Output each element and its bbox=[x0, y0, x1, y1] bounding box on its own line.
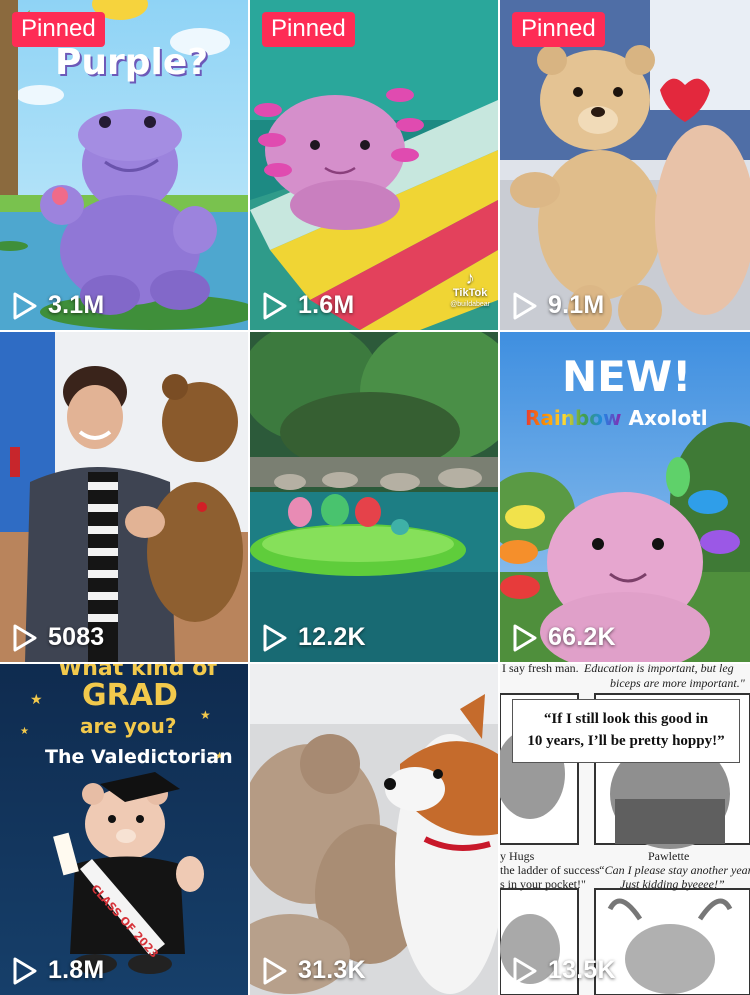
play-icon bbox=[13, 292, 37, 319]
play-icon bbox=[13, 957, 37, 984]
quote-line-2: 10 years, I’ll be pretty hoppy!” bbox=[527, 733, 725, 749]
view-count: 1.6M bbox=[262, 291, 354, 320]
video-tile-8[interactable]: 31.3K bbox=[250, 664, 498, 995]
view-count-value: 31.3K bbox=[298, 956, 366, 984]
view-count-value: 1.8M bbox=[48, 956, 105, 984]
video-tile-3[interactable]: Pinned 9.1M bbox=[500, 0, 750, 330]
view-count: 3.1M bbox=[12, 291, 104, 320]
overlay-rainbow-word: Rainbow bbox=[525, 406, 622, 430]
video-tile-6[interactable]: NEW! Rainbow Axolotl 66.2K bbox=[500, 332, 750, 662]
overlay-valedictorian: The Valedictorian bbox=[45, 746, 233, 768]
view-count: 5083 bbox=[12, 623, 104, 652]
video-grid: Purple? Pinned 3.1M ♪ TikTok @buildabear… bbox=[0, 0, 750, 995]
right-name: Pawlette bbox=[648, 849, 690, 863]
view-count: 66.2K bbox=[512, 623, 616, 652]
thumbnail-tan-bear-heart bbox=[500, 0, 750, 330]
view-count: 9.1M bbox=[512, 291, 604, 320]
left-name: y Hugs bbox=[500, 849, 535, 863]
play-icon bbox=[513, 292, 537, 319]
thumbnail-bear-and-fox bbox=[250, 664, 498, 995]
video-tile-4[interactable]: 5083 bbox=[0, 332, 248, 662]
view-count-value: 66.2K bbox=[548, 623, 616, 651]
overlay-axolotl-word: Axolotl bbox=[628, 406, 708, 430]
svg-text:★: ★ bbox=[200, 708, 211, 722]
video-tile-5[interactable]: 12.2K bbox=[250, 332, 498, 662]
quote-box: “If I still look this good in 10 years, … bbox=[512, 699, 740, 763]
view-count-value: 12.2K bbox=[298, 623, 366, 651]
view-count: 13.5K bbox=[512, 956, 616, 985]
view-count: 31.3K bbox=[262, 956, 366, 985]
view-count-value: 5083 bbox=[48, 623, 105, 651]
left-caption-2: s in your pocket!" bbox=[500, 877, 586, 891]
svg-text:★: ★ bbox=[30, 692, 43, 708]
view-count-value: 1.6M bbox=[298, 291, 355, 319]
top-right-caption-1: Education is important, but leg bbox=[584, 664, 734, 675]
overlay-new: NEW! bbox=[562, 352, 692, 401]
play-icon bbox=[263, 624, 287, 651]
top-left-caption: I say fresh man. bbox=[502, 664, 579, 675]
play-icon bbox=[13, 624, 37, 651]
view-count: 12.2K bbox=[262, 623, 366, 652]
pinned-badge: Pinned bbox=[262, 12, 355, 47]
right-caption-2: Just kidding byeeee!” bbox=[620, 877, 725, 891]
view-count-value: 9.1M bbox=[548, 291, 605, 319]
play-icon bbox=[263, 292, 287, 319]
pinned-badge: Pinned bbox=[512, 12, 605, 47]
watermark-handle: @buildabear bbox=[450, 301, 490, 308]
play-icon bbox=[513, 624, 537, 651]
play-icon bbox=[263, 957, 287, 984]
pinned-badge: Pinned bbox=[12, 12, 105, 47]
left-caption-1: the ladder of success bbox=[500, 863, 600, 877]
overlay-are-you: are you? bbox=[80, 714, 177, 738]
video-tile-9[interactable]: I say fresh man. Education is important,… bbox=[500, 664, 750, 995]
video-tile-7[interactable]: ★ ★ ★ ★ What kind of GRAD are you? The V… bbox=[0, 664, 248, 995]
view-count-value: 13.5K bbox=[548, 956, 616, 984]
view-count: 1.8M bbox=[12, 956, 104, 985]
svg-text:★: ★ bbox=[20, 726, 29, 737]
top-right-caption-2: biceps are more important." bbox=[610, 676, 745, 690]
thumbnail-person-with-bear bbox=[0, 332, 248, 662]
overlay-grad: GRAD bbox=[82, 678, 178, 713]
right-caption-1: “Can I please stay another year?? bbox=[598, 863, 750, 877]
thumbnail-pool-plush-float bbox=[250, 332, 498, 662]
tiktok-logo-icon: ♪ bbox=[465, 268, 475, 288]
overlay-title: Purple? bbox=[55, 42, 209, 83]
play-icon bbox=[513, 957, 537, 984]
watermark-text: TikTok bbox=[452, 287, 488, 299]
overlay-subtitle: Rainbow Axolotl bbox=[525, 406, 708, 430]
tiktok-watermark: ♪ TikTok @buildabear bbox=[450, 269, 490, 308]
video-tile-1[interactable]: Purple? Pinned 3.1M bbox=[0, 0, 248, 330]
view-count-value: 3.1M bbox=[48, 291, 105, 319]
quote-line-1: “If I still look this good in bbox=[543, 711, 709, 727]
video-tile-2[interactable]: ♪ TikTok @buildabear Pinned 1.6M bbox=[250, 0, 498, 330]
